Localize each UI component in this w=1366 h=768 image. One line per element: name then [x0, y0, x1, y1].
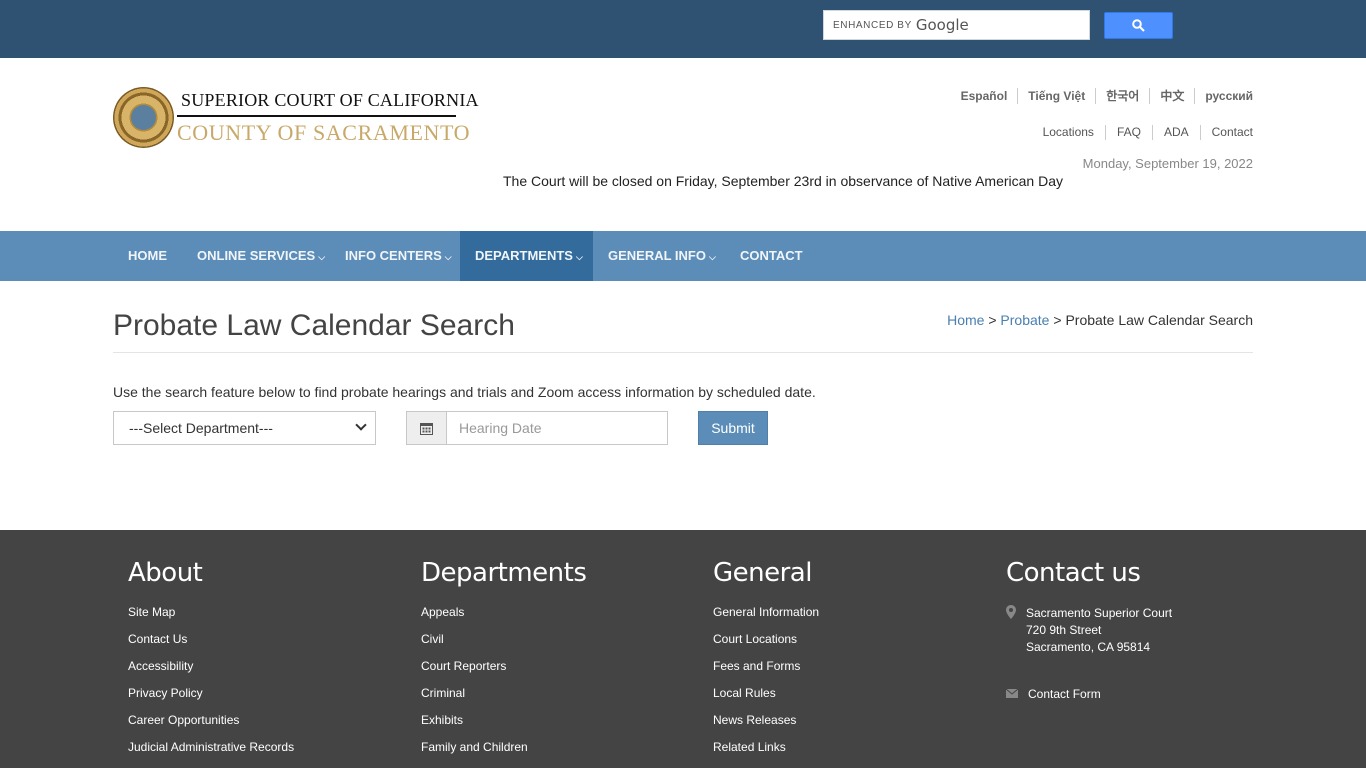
- footer-link[interactable]: Related Links: [713, 740, 819, 767]
- footer-heading: About: [128, 558, 203, 588]
- chevron-down-icon: ⌵: [575, 252, 583, 262]
- address-line: 720 9th Street: [1026, 623, 1102, 637]
- contact-form-link[interactable]: Contact Form: [1028, 686, 1101, 703]
- language-links: Español Tiếng Việt 한국어 中文 русский: [951, 88, 1253, 104]
- footer-link[interactable]: Judicial Administrative Records: [128, 740, 294, 767]
- chevron-down-icon: ⌵: [444, 252, 452, 262]
- search-button[interactable]: [1104, 12, 1173, 39]
- map-marker-icon: [1006, 605, 1026, 656]
- footer-link[interactable]: Fees and Forms: [713, 659, 819, 686]
- contact-address: Sacramento Superior Court 720 9th Street…: [1006, 605, 1172, 656]
- current-date: Monday, September 19, 2022: [1082, 156, 1253, 171]
- nav-contact[interactable]: CONTACT: [725, 231, 818, 281]
- search-icon: [1132, 19, 1145, 32]
- address-line: Sacramento Superior Court: [1026, 606, 1173, 620]
- closure-notice: The Court will be closed on Friday, Sept…: [503, 173, 1064, 189]
- page-title: Probate Law Calendar Search: [113, 309, 515, 342]
- footer-heading: Contact us: [1006, 558, 1141, 588]
- breadcrumb-home[interactable]: Home: [947, 312, 984, 328]
- footer-link[interactable]: Civil: [421, 632, 586, 659]
- main-nav: HOME ONLINE SERVICES ⌵ INFO CENTERS ⌵ DEPA…: [0, 231, 1366, 281]
- nav-home[interactable]: HOME: [113, 231, 182, 281]
- google-search-input[interactable]: ENHANCED BY Google: [823, 10, 1090, 40]
- footer-departments: Departments Appeals Civil Court Reporter…: [421, 558, 587, 767]
- envelope-icon: [1005, 686, 1028, 703]
- lang-link[interactable]: русский: [1194, 88, 1253, 104]
- nav-general-info[interactable]: GENERAL INFO ⌵: [593, 231, 731, 281]
- court-seal-logo[interactable]: [113, 87, 174, 148]
- footer-link[interactable]: Criminal: [421, 686, 586, 713]
- submit-button[interactable]: Submit: [698, 411, 768, 445]
- hearing-date-group: [406, 411, 668, 445]
- footer-heading: Departments: [421, 558, 587, 588]
- nav-departments[interactable]: DEPARTMENTS ⌵: [460, 231, 593, 281]
- footer-link[interactable]: Privacy Policy: [128, 686, 294, 713]
- faq-link[interactable]: FAQ: [1104, 125, 1152, 140]
- hearing-date-input[interactable]: [447, 411, 668, 445]
- ada-link[interactable]: ADA: [1151, 125, 1200, 140]
- footer-link[interactable]: Appeals: [421, 605, 586, 632]
- chevron-down-icon: ⌵: [318, 252, 326, 262]
- utility-links: Locations FAQ ADA Contact: [1032, 125, 1253, 140]
- calendar-icon[interactable]: [406, 411, 447, 445]
- footer-link[interactable]: Career Opportunities: [128, 713, 294, 740]
- lang-link[interactable]: 한국어: [1095, 88, 1149, 104]
- lang-link[interactable]: Tiếng Việt: [1017, 88, 1095, 104]
- title-divider: [113, 352, 1253, 353]
- footer-link[interactable]: Accessibility: [128, 659, 294, 686]
- court-title-line1: SUPERIOR COURT OF CALIFORNIA: [181, 90, 479, 110]
- footer-link[interactable]: Court Locations: [713, 632, 819, 659]
- footer-link[interactable]: Local Rules: [713, 686, 819, 713]
- footer-general: General General Information Court Locati…: [713, 558, 819, 767]
- breadcrumb-probate[interactable]: Probate: [1000, 312, 1049, 328]
- nav-info-centers[interactable]: INFO CENTERS ⌵: [330, 231, 467, 281]
- department-select-value: ---Select Department---: [129, 420, 273, 436]
- court-title-line2: COUNTY OF SACRAMENTO: [177, 120, 471, 145]
- chevron-down-icon: ⌵: [709, 252, 716, 262]
- footer-link[interactable]: General Information: [713, 605, 819, 632]
- chevron-down-icon: [355, 419, 367, 431]
- breadcrumb-separator: >: [1053, 312, 1062, 328]
- address-line: Sacramento, CA 95814: [1026, 640, 1151, 654]
- footer-link[interactable]: Exhibits: [421, 713, 586, 740]
- title-divider: [177, 115, 456, 117]
- top-bar: ENHANCED BY Google: [0, 0, 1366, 58]
- breadcrumb-separator: >: [988, 312, 997, 328]
- footer-link[interactable]: Court Reporters: [421, 659, 586, 686]
- footer-about: About Site Map Contact Us Accessibility …: [128, 558, 294, 767]
- locations-link[interactable]: Locations: [1032, 125, 1105, 140]
- lang-link[interactable]: 中文: [1149, 88, 1194, 104]
- footer-heading: General: [713, 558, 812, 588]
- footer-link[interactable]: Site Map: [128, 605, 294, 632]
- footer-link[interactable]: Contact Us: [128, 632, 294, 659]
- breadcrumb-current: Probate Law Calendar Search: [1065, 312, 1253, 328]
- contact-link[interactable]: Contact: [1199, 125, 1253, 140]
- nav-online-services[interactable]: ONLINE SERVICES ⌵: [182, 231, 340, 281]
- footer-link[interactable]: News Releases: [713, 713, 819, 740]
- contact-form-row: Contact Form: [1005, 686, 1172, 703]
- search-instructions: Use the search feature below to find pro…: [113, 384, 816, 400]
- lang-link[interactable]: Español: [951, 88, 1018, 104]
- breadcrumb: Home > Probate > Probate Law Calendar Se…: [947, 312, 1253, 328]
- department-select[interactable]: ---Select Department---: [113, 411, 376, 445]
- footer-contact: Contact us Sacramento Superior Court 720…: [1005, 558, 1172, 703]
- footer-link[interactable]: Family and Children: [421, 740, 586, 767]
